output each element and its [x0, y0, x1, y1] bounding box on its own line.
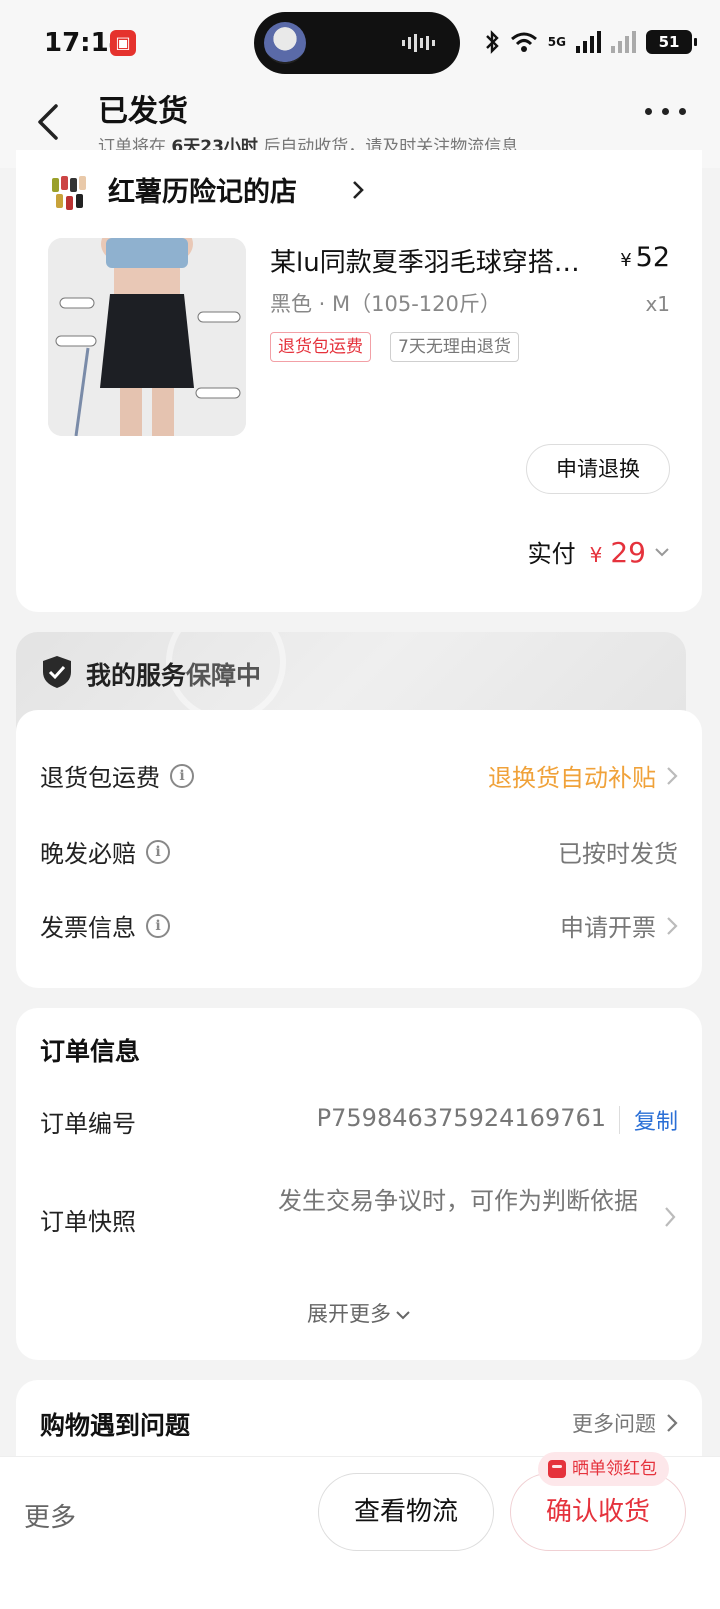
free-return-shipping-tag: 退货包运费 [270, 332, 371, 362]
payment-currency: ¥ [589, 543, 603, 567]
skirt-photo-icon [48, 238, 246, 436]
service-value: 已按时发货 [558, 840, 678, 868]
product-price: ¥52 [620, 242, 670, 273]
problem-title: 购物遇到问题 [40, 1411, 191, 1440]
view-logistics-button[interactable]: 查看物流 [318, 1473, 494, 1551]
divider [619, 1106, 620, 1134]
more-problems-link[interactable]: 更多问题 [572, 1408, 678, 1438]
service-row-return-shipping[interactable]: 退货包运费 i 退换货自动补贴 [40, 758, 678, 798]
shield-check-icon [43, 656, 71, 688]
chevron-right-icon[interactable] [352, 180, 364, 200]
payment-amount: 29 [610, 536, 646, 569]
chevron-right-icon [667, 916, 678, 935]
copy-button[interactable]: 复制 [634, 1104, 678, 1136]
signal-2-icon [611, 31, 636, 53]
signal-icon [576, 31, 601, 53]
back-icon[interactable] [34, 102, 64, 142]
service-value: 申请开票 [560, 914, 656, 942]
refund-exchange-button[interactable]: 申请退换 [526, 444, 670, 494]
payment-label: 实付 [527, 540, 576, 568]
chevron-down-icon[interactable] [654, 546, 670, 558]
system-icons: 5G 51 [484, 28, 697, 56]
status-bar: 17:14 ▣ 5G 51 [0, 0, 720, 86]
service-label: 发票信息 [40, 914, 136, 942]
battery-icon: 51 [646, 30, 697, 54]
service-label: 退货包运费 [40, 764, 160, 792]
dynamic-island [254, 12, 460, 74]
service-title: 我的服务保障中 [86, 661, 262, 690]
product-name[interactable]: 某lu同款夏季羽毛球穿搭… [270, 242, 600, 279]
order-info-card: 订单信息 订单编号 P759846375924169761 复制 订单快照 发生… [16, 1008, 702, 1360]
info-icon[interactable]: i [146, 839, 170, 864]
chevron-right-icon[interactable] [664, 1206, 676, 1228]
product-quantity: x1 [645, 292, 670, 316]
chevron-right-icon [667, 766, 678, 785]
chevron-down-icon [396, 1311, 410, 1320]
share-red-packet-badge[interactable]: 晒单领红包 [538, 1452, 669, 1486]
expand-more-button[interactable]: 展开更多 [16, 1298, 702, 1328]
service-row-invoice[interactable]: 发票信息 i 申请开票 [40, 908, 678, 948]
actual-payment[interactable]: 实付 ¥ 29 [528, 534, 670, 569]
notification-app-icon: ▣ [110, 30, 136, 56]
service-value: 退换货自动补贴 [488, 764, 656, 792]
service-label: 晚发必赔 [40, 840, 136, 868]
order-snapshot-label: 订单快照 [40, 1208, 136, 1236]
seven-day-return-tag: 7天无理由退货 [390, 332, 519, 362]
network-type: 5G [547, 35, 566, 49]
shop-name[interactable]: 红薯历险记的店 [108, 170, 297, 209]
service-card: 退货包运费 i 退换货自动补贴 晚发必赔 i 已按时发货 发票信息 i 申请开票 [16, 710, 702, 988]
audio-wave-icon [402, 34, 435, 52]
order-info-title: 订单信息 [40, 1037, 141, 1066]
bluetooth-icon [485, 30, 499, 54]
product-image[interactable] [48, 238, 246, 436]
order-number: P759846375924169761 [316, 1104, 606, 1132]
order-snapshot-desc[interactable]: 发生交易争议时，可作为判断依据 [238, 1184, 638, 1218]
chevron-right-icon [667, 1414, 678, 1432]
product-card: 红薯历险记的店 某lu同款夏季羽毛球穿搭… ¥52 黑色 · M（105-120… [16, 150, 702, 612]
wifi-icon [510, 32, 537, 52]
shop-logo-icon[interactable] [48, 170, 96, 214]
more-button[interactable]: 更多 [24, 1497, 76, 1534]
info-icon[interactable]: i [170, 763, 194, 788]
more-options-icon[interactable] [645, 108, 686, 115]
product-sku: 黑色 · M（105-120斤） [270, 292, 501, 316]
info-icon[interactable]: i [146, 913, 170, 938]
page-title: 已发货 [98, 94, 188, 129]
red-packet-icon [548, 1460, 566, 1478]
order-number-label: 订单编号 [40, 1110, 136, 1138]
music-cover-icon [264, 22, 306, 64]
service-row-late-delivery: 晚发必赔 i 已按时发货 [40, 834, 678, 874]
